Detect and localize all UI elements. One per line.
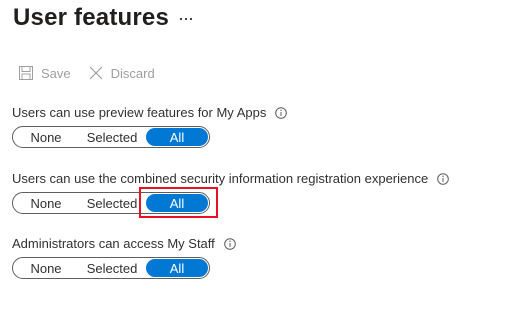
discard-button[interactable]: Discard [88, 65, 155, 81]
ellipsis-icon [179, 8, 193, 26]
toggle-option-all[interactable]: All [146, 128, 208, 146]
setting-label-preview-features: Users can use preview features for My Ap… [12, 105, 288, 121]
toggle-option-selected[interactable]: Selected [78, 128, 146, 146]
save-button[interactable]: Save [18, 65, 71, 81]
save-label: Save [41, 65, 71, 81]
toggle-my-staff: None Selected All [12, 257, 210, 279]
more-options-button[interactable] [178, 9, 194, 25]
setting-label-combined-registration: Users can use the combined security info… [12, 171, 450, 187]
setting-label-text: Users can use preview features for My Ap… [12, 105, 267, 120]
close-icon [88, 65, 104, 81]
toggle-preview-features: None Selected All [12, 126, 210, 148]
toggle-option-none[interactable]: None [14, 128, 78, 146]
toggle-option-selected[interactable]: Selected [78, 259, 146, 277]
save-icon [18, 65, 34, 81]
info-icon[interactable] [437, 173, 450, 185]
info-icon[interactable] [275, 107, 288, 119]
command-bar: Save Discard [18, 65, 155, 81]
info-icon[interactable] [223, 238, 236, 250]
setting-label-text: Users can use the combined security info… [12, 171, 429, 186]
discard-label: Discard [110, 65, 155, 81]
toggle-option-all[interactable]: All [146, 194, 208, 212]
toggle-option-all[interactable]: All [146, 259, 208, 277]
toggle-option-none[interactable]: None [14, 194, 78, 212]
setting-label-my-staff: Administrators can access My Staff [12, 236, 236, 252]
toggle-combined-registration: None Selected All [12, 192, 210, 214]
setting-label-text: Administrators can access My Staff [12, 236, 215, 251]
toggle-option-selected[interactable]: Selected [78, 194, 146, 212]
toggle-option-none[interactable]: None [14, 259, 78, 277]
page-title: User features [13, 4, 170, 31]
